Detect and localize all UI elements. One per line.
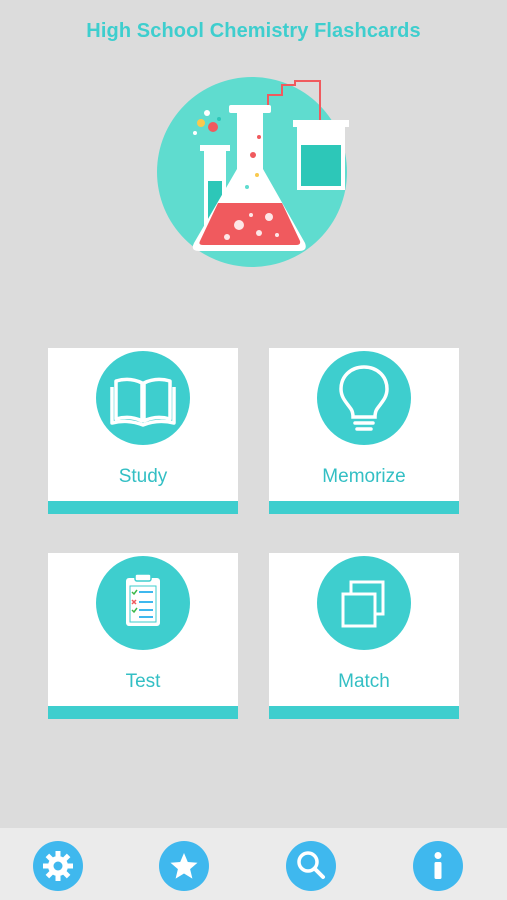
study-label: Study xyxy=(118,466,168,487)
test-icon-circle xyxy=(96,556,190,650)
memorize-button[interactable]: Memorize xyxy=(269,348,459,514)
test-label: Test xyxy=(125,671,161,692)
open-book-icon xyxy=(110,377,176,427)
bottom-tab-bar xyxy=(0,828,507,900)
star-icon xyxy=(170,853,198,879)
match-button[interactable]: Match xyxy=(269,553,459,719)
chemistry-illustration xyxy=(155,75,355,275)
search-icon xyxy=(297,851,325,879)
search-button[interactable] xyxy=(286,841,336,891)
chemistry-lab-illustration-icon xyxy=(157,77,349,267)
study-accent-bar xyxy=(48,501,238,514)
lightbulb-icon xyxy=(339,365,389,431)
memorize-icon-circle xyxy=(317,351,411,445)
info-button[interactable] xyxy=(413,841,463,891)
match-accent-bar xyxy=(269,706,459,719)
overlapping-squares-icon xyxy=(341,580,385,628)
match-label: Match xyxy=(338,671,390,692)
info-icon xyxy=(434,852,442,879)
match-icon-circle xyxy=(317,556,411,650)
memorize-accent-bar xyxy=(269,501,459,514)
test-accent-bar xyxy=(48,706,238,719)
clipboard-checklist-icon xyxy=(126,573,160,626)
favorites-button[interactable] xyxy=(159,841,209,891)
settings-button[interactable] xyxy=(33,841,83,891)
study-icon-circle xyxy=(96,351,190,445)
gear-icon xyxy=(43,851,73,881)
app-title: High School Chemistry Flashcards xyxy=(86,20,421,42)
memorize-label: Memorize xyxy=(322,466,406,487)
study-button[interactable]: Study xyxy=(48,348,238,514)
test-button[interactable]: Test xyxy=(48,553,238,719)
